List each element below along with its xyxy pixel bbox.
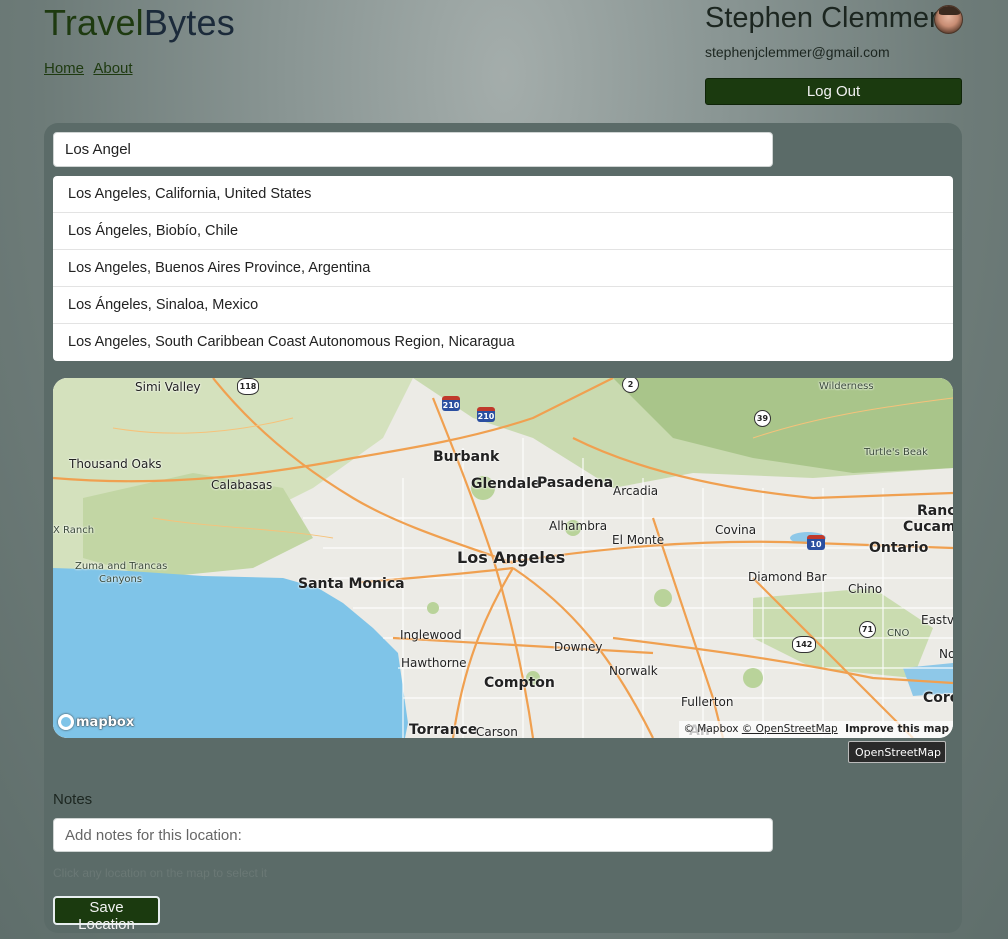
notes-label: Notes (53, 791, 93, 808)
brand-part-bytes: Bytes (143, 2, 235, 43)
route-39-shield: 39 (754, 410, 771, 427)
avatar (934, 5, 963, 34)
main-nav: Home About (44, 60, 139, 77)
brand-logo: TravelBytes (44, 2, 235, 44)
interstate-210-shield: 210 (442, 396, 460, 411)
map-label: Arcadia (613, 484, 659, 498)
map-label: Los Angeles (457, 548, 566, 567)
map-label: CNO (887, 628, 910, 639)
suggestion-item[interactable]: Los Ángeles, Biobío, Chile (53, 213, 953, 250)
brand-part-travel: Travel (44, 2, 144, 43)
user-email: stephenjclemmer@gmail.com (705, 44, 890, 60)
logout-button[interactable]: Log Out (705, 78, 962, 105)
location-panel: Los Angeles, California, United States L… (44, 123, 962, 933)
mapbox-mark-icon (58, 714, 74, 730)
map-label: Ranch (917, 503, 953, 519)
notes-input[interactable] (53, 818, 773, 852)
map-label: Pasadena (537, 475, 614, 491)
route-118-shield: 118 (237, 378, 259, 395)
map-label: Zuma and Trancas (75, 561, 168, 572)
map-label: Burbank (433, 449, 500, 465)
map-hint-text: Click any location on the map to select … (53, 866, 268, 880)
map-label: X Ranch (53, 525, 95, 536)
map-label: Compton (484, 675, 555, 691)
map-label: Simi Valley (135, 380, 201, 394)
map-label: Glendale (471, 476, 541, 492)
map-label: Torrance (409, 722, 478, 738)
map-label: Cucamo (903, 519, 953, 535)
nav-about-link[interactable]: About (93, 60, 132, 77)
map-label: Hawthorne (401, 656, 467, 670)
suggestion-list: Los Angeles, California, United States L… (53, 176, 953, 361)
map-label: Downey (554, 640, 603, 654)
suggestion-item[interactable]: Los Ángeles, Sinaloa, Mexico (53, 287, 953, 324)
map-label: Covina (715, 523, 757, 537)
mapbox-logo[interactable]: mapbox (58, 712, 134, 732)
map-label: Turtle's Beak (864, 447, 928, 458)
map-label: Santa Monica (298, 576, 405, 592)
map-label: Carson (476, 725, 518, 738)
map-label: Thousand Oaks (69, 457, 162, 471)
suggestion-item[interactable]: Los Angeles, Buenos Aires Province, Arge… (53, 250, 953, 287)
mapbox-attribution: © Mapbox (683, 723, 739, 735)
route-142-shield: 142 (792, 636, 816, 653)
suggestion-item[interactable]: Los Angeles, South Caribbean Coast Auton… (53, 324, 953, 361)
interstate-10-shield: 10 (807, 535, 825, 550)
map-label: Alhambra (549, 519, 608, 533)
map-label: Diamond Bar (748, 570, 827, 584)
map-label: Fullerton (681, 695, 734, 709)
map-label: El Monte (612, 533, 665, 547)
map-label: Wilderness (819, 381, 874, 392)
osm-attribution-link[interactable]: © OpenStreetMap (742, 723, 838, 735)
nav-home-link[interactable]: Home (44, 60, 84, 77)
map-attribution: © Mapbox © OpenStreetMap Improve this ma… (679, 721, 953, 738)
map-label: Ontario (869, 540, 929, 556)
interstate-210-shield: 210 (477, 407, 495, 422)
save-location-button[interactable]: Save Location (53, 896, 160, 933)
map-label: Calabasas (211, 478, 273, 492)
user-name: Stephen Clemmer (705, 2, 939, 34)
mapbox-wordmark: mapbox (76, 714, 135, 730)
map-label: Eastv (921, 613, 953, 627)
map-label: Chino (848, 582, 883, 596)
map-label: Canyons (99, 574, 143, 585)
map-label: No (939, 647, 953, 661)
improve-map-link[interactable]: Improve this map (845, 723, 949, 735)
suggestion-item[interactable]: Los Angeles, California, United States (53, 176, 953, 213)
map-view[interactable]: Simi Valley Thousand Oaks Calabasas X Ra… (53, 378, 953, 738)
map-label: Norwalk (609, 664, 658, 678)
location-search-input[interactable] (53, 132, 773, 167)
openstreetmap-button[interactable]: OpenStreetMap (848, 741, 946, 763)
map-label: Inglewood (400, 628, 462, 642)
route-71-shield: 71 (859, 621, 876, 638)
map-label: Coro (923, 690, 953, 706)
